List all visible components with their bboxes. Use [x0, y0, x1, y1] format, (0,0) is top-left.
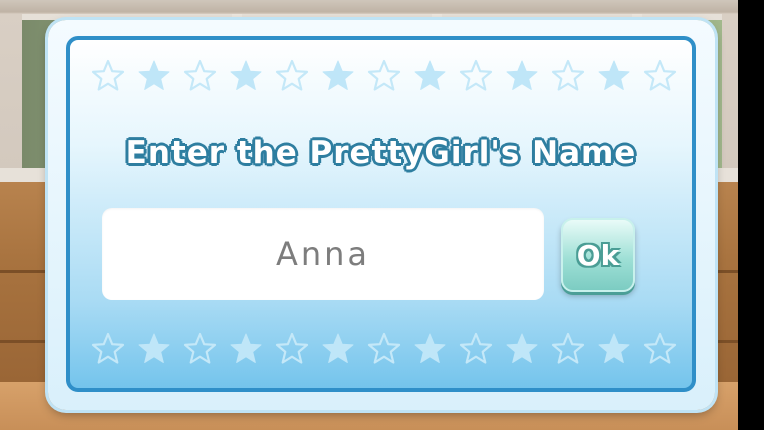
- star-icon: [459, 59, 493, 91]
- star-row-top: [90, 56, 678, 96]
- star-icon: [322, 333, 354, 363]
- star-icon: [506, 60, 538, 90]
- star-icon: [551, 332, 585, 364]
- dialog-title: Enter the PrettyGirl's Name: [125, 135, 637, 171]
- star-icon: [643, 59, 677, 91]
- star-icon: [275, 59, 309, 91]
- star-icon: [138, 333, 170, 363]
- game-scene: Enter the PrettyGirl's Name Ok: [0, 0, 764, 430]
- star-icon: [367, 332, 401, 364]
- star-row-bottom: [90, 329, 678, 369]
- star-icon: [275, 332, 309, 364]
- star-icon: [414, 333, 446, 363]
- star-icon: [459, 332, 493, 364]
- star-icon: [230, 333, 262, 363]
- star-icon: [367, 59, 401, 91]
- star-icon: [91, 332, 125, 364]
- ok-button[interactable]: Ok: [561, 218, 635, 292]
- star-icon: [506, 333, 538, 363]
- name-input[interactable]: [102, 208, 544, 300]
- star-icon: [322, 60, 354, 90]
- star-icon: [91, 59, 125, 91]
- letterbox-right: [738, 0, 764, 430]
- star-icon: [598, 333, 630, 363]
- star-icon: [643, 332, 677, 364]
- star-icon: [598, 60, 630, 90]
- star-icon: [183, 332, 217, 364]
- star-icon: [551, 59, 585, 91]
- star-icon: [230, 60, 262, 90]
- star-icon: [138, 60, 170, 90]
- star-icon: [183, 59, 217, 91]
- star-icon: [414, 60, 446, 90]
